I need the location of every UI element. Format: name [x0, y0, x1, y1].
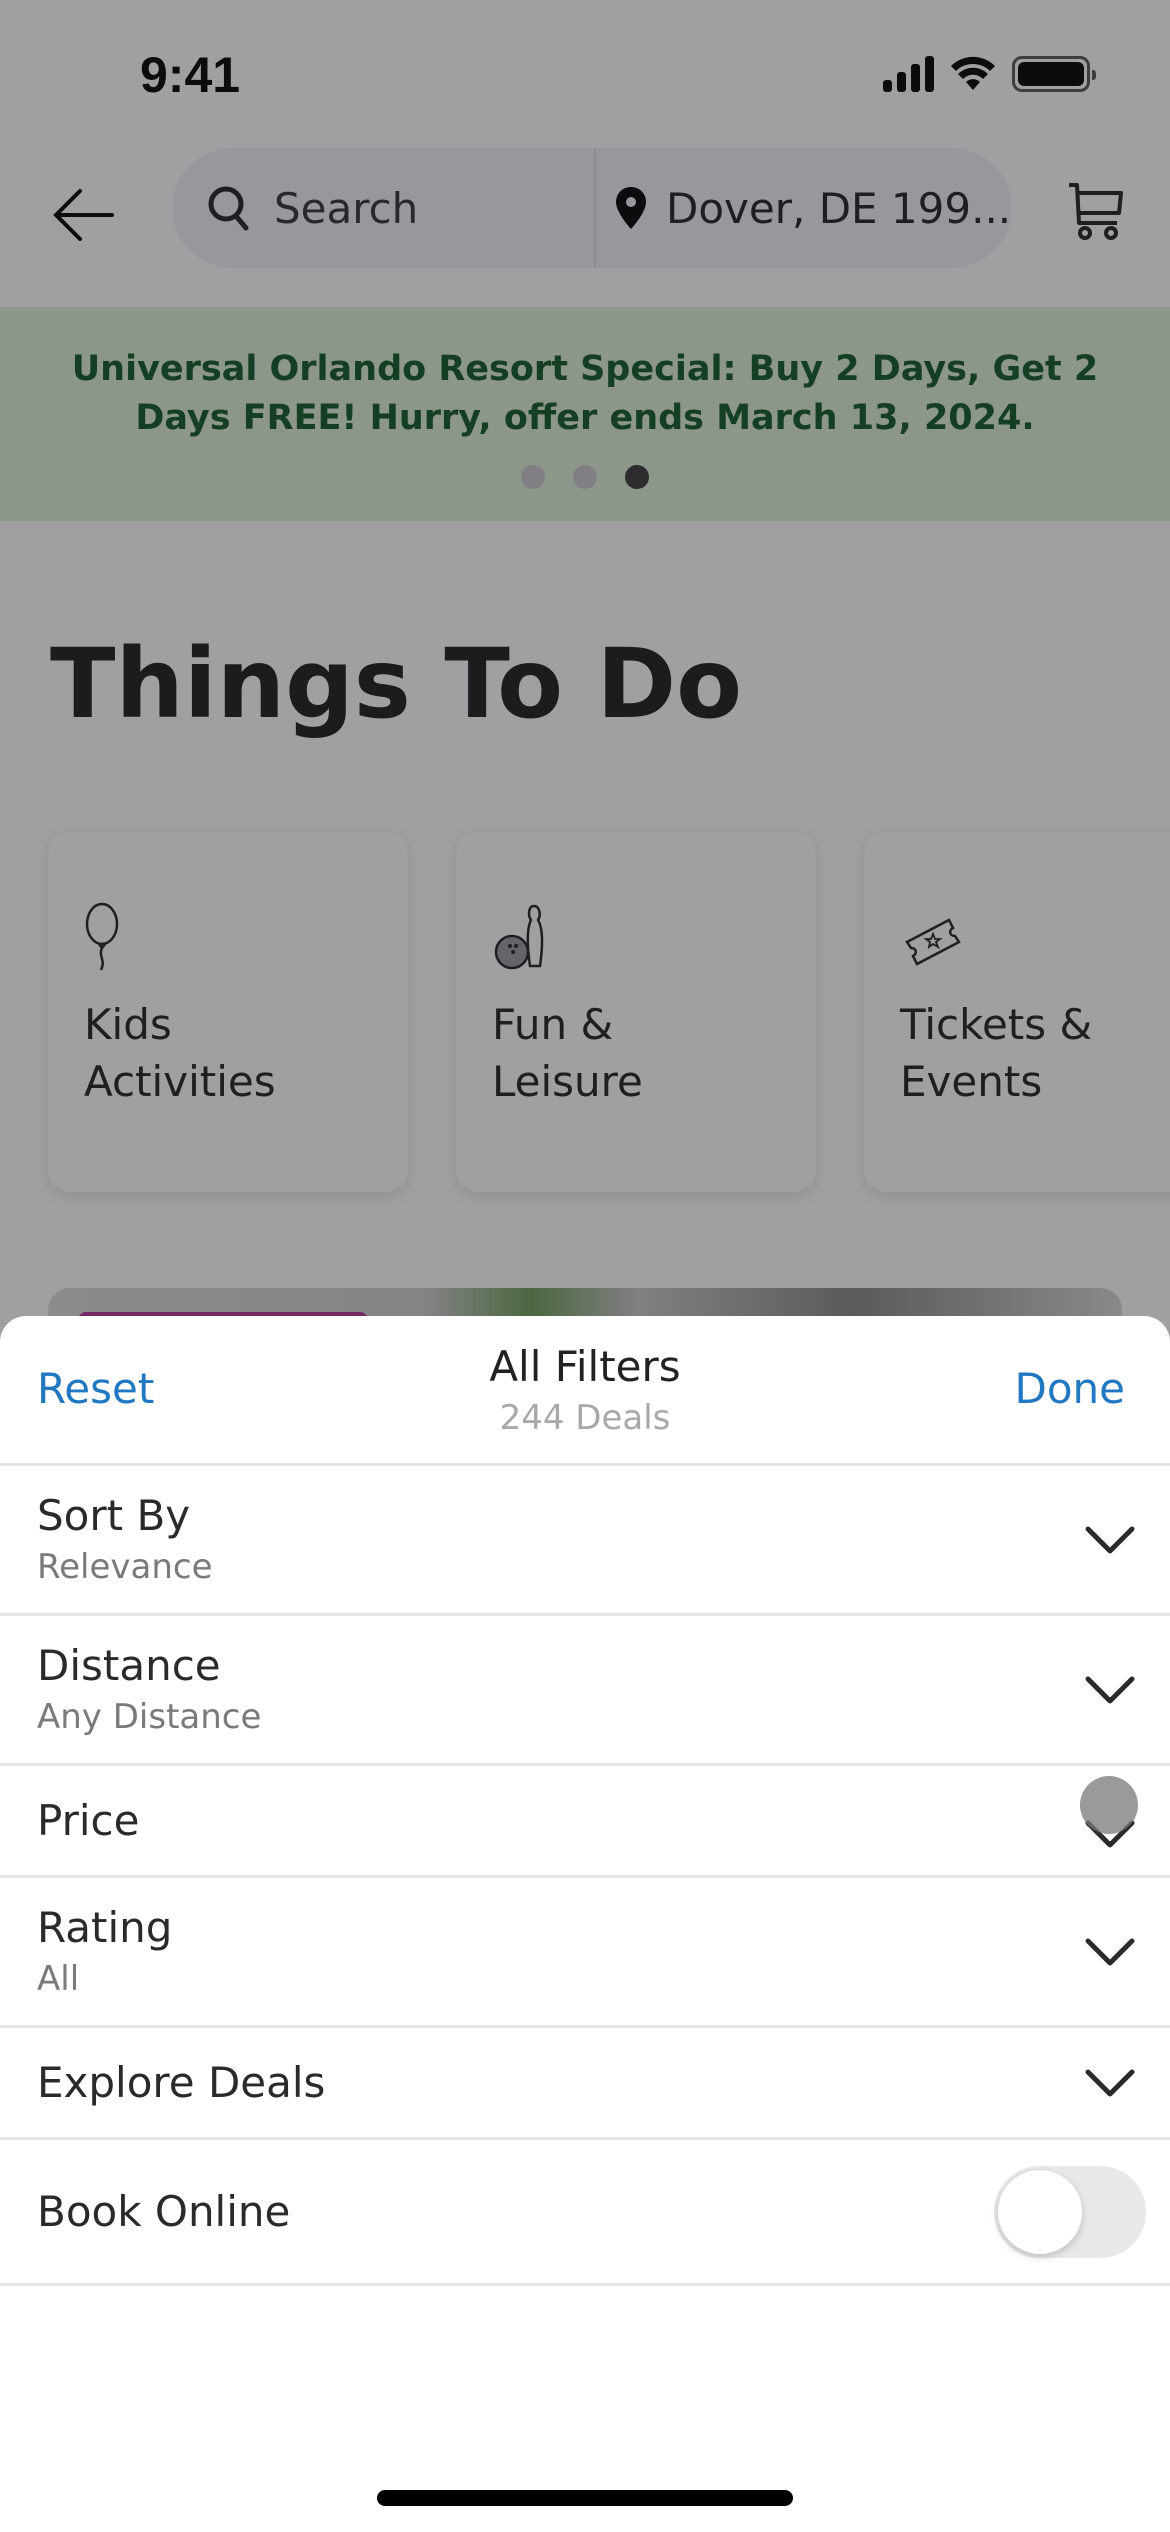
touch-indicator: [1080, 1776, 1138, 1834]
chevron-down-icon: [1085, 2069, 1135, 2096]
filter-value: Relevance: [37, 1546, 213, 1587]
chevron-down-icon: [1085, 1676, 1135, 1703]
filter-label: Rating: [37, 1902, 173, 1952]
filter-label: Explore Deals: [37, 2057, 326, 2107]
filters-sheet: Reset All Filters 244 Deals Done Sort By…: [0, 1316, 1170, 2532]
sheet-title: All Filters: [489, 1342, 681, 1391]
filter-label: Distance: [37, 1640, 221, 1690]
book-online-toggle[interactable]: [994, 2165, 1146, 2258]
sheet-header: Reset All Filters 244 Deals Done: [0, 1316, 1170, 1466]
toggle-knob: [998, 2169, 1082, 2254]
filter-label: Sort By: [37, 1490, 191, 1540]
deal-count: 244 Deals: [499, 1398, 671, 1438]
filter-sort-by[interactable]: Sort By Relevance: [0, 1466, 1170, 1616]
filter-rating[interactable]: Rating All: [0, 1878, 1170, 2028]
filter-distance[interactable]: Distance Any Distance: [0, 1616, 1170, 1766]
chevron-down-icon: [1085, 1938, 1135, 1965]
filter-book-online: Book Online: [0, 2140, 1170, 2286]
done-button[interactable]: Done: [1015, 1364, 1126, 1413]
chevron-down-icon: [1085, 1526, 1135, 1553]
filter-explore-deals[interactable]: Explore Deals: [0, 2028, 1170, 2140]
home-indicator[interactable]: [377, 2490, 793, 2506]
filter-price[interactable]: Price: [0, 1766, 1170, 1878]
filter-label: Price: [37, 1795, 140, 1845]
filter-value: All: [37, 1958, 80, 1999]
filter-value: Any Distance: [37, 1696, 262, 1737]
